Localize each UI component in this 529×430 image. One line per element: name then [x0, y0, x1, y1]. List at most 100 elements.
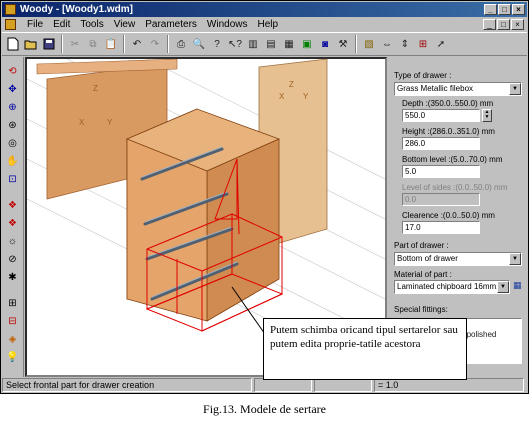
menu-tools[interactable]: Tools	[75, 19, 108, 30]
print-icon[interactable]: ⎙	[173, 36, 189, 52]
layout-tool-icon[interactable]: ▧	[361, 36, 377, 52]
toolbar-separator	[123, 35, 125, 53]
new-icon[interactable]	[5, 36, 21, 52]
menu-help[interactable]: Help	[252, 19, 283, 30]
section-tool-icon[interactable]: ⊘	[5, 251, 21, 267]
type-of-drawer-value: Grass Metallic filebox	[397, 84, 474, 93]
minimize-button[interactable]: _	[484, 4, 497, 15]
height-field[interactable]: 286.0	[402, 137, 480, 150]
toolbar-separator	[355, 35, 357, 53]
red-tool-1-icon[interactable]: ❖	[5, 197, 21, 213]
join-tool-icon[interactable]: ⊞	[415, 36, 431, 52]
redo-icon[interactable]: ↷	[147, 36, 163, 52]
bottom-level-field[interactable]: 5.0	[402, 165, 480, 178]
hand-view-icon[interactable]: ✋	[5, 153, 21, 169]
doc-close-button[interactable]: ×	[511, 19, 524, 30]
axis-label: Y	[303, 92, 309, 101]
fitting-tool-icon[interactable]: ◙	[317, 36, 333, 52]
chevron-down-icon[interactable]: ▼	[509, 83, 521, 95]
axis-label: Y	[107, 118, 113, 127]
context-help-icon[interactable]: ↖?	[227, 36, 243, 52]
material-view-icon[interactable]: ✱	[5, 269, 21, 285]
depth-label: Depth :(350.0..550.0) mm	[402, 99, 494, 108]
title-bar-controls: _ □ ×	[484, 4, 525, 15]
status-message: Select frontal part for drawer creation	[2, 378, 252, 392]
print-preview-icon[interactable]: 🔍	[191, 36, 207, 52]
material-browse-icon[interactable]: ▦	[513, 280, 525, 294]
document-controls: _ □ ×	[483, 19, 524, 30]
main-toolbar: ✂ ⧉ 📋 ↶ ↷ ⎙ 🔍 ? ↖? ▥ ▤ ▦ ▣ ◙ ⚒ ▧ ⇔ ⇕ ⊞ ➚	[2, 32, 527, 56]
rotate-view-icon[interactable]: ⟲	[5, 63, 21, 79]
light-tool-icon[interactable]: ☼	[5, 233, 21, 249]
window-title: Woody - [Woody1.wdm]	[20, 4, 133, 15]
document-icon[interactable]	[5, 19, 16, 30]
door-tool-icon[interactable]: ▤	[263, 36, 279, 52]
material-label: Material of part :	[394, 270, 452, 279]
menu-file[interactable]: File	[22, 19, 48, 30]
axis-label: X	[279, 92, 285, 101]
menu-parameters[interactable]: Parameters	[140, 19, 202, 30]
special-fittings-label: Special fittings:	[394, 305, 448, 314]
cabinet-tool-icon[interactable]: ▥	[245, 36, 261, 52]
woody-app-icon	[5, 4, 16, 15]
help-icon[interactable]: ?	[209, 36, 225, 52]
clearence-label: Clearence :(0.0..50.0) mm	[402, 211, 495, 220]
status-coord-2	[314, 378, 372, 392]
toolbar-separator	[61, 35, 63, 53]
axis-label: Z	[289, 80, 294, 89]
title-bar: Woody - [Woody1.wdm] _ □ ×	[2, 2, 527, 17]
chevron-down-icon[interactable]: ▼	[509, 253, 521, 265]
copy-icon[interactable]: ⧉	[85, 36, 101, 52]
part-of-drawer-select[interactable]: Bottom of drawer ▼	[394, 252, 522, 266]
figure-caption: Fig.13. Modele de sertare	[203, 402, 326, 416]
drawer-tool-icon[interactable]: ▦	[281, 36, 297, 52]
toolbar-separator	[167, 35, 169, 53]
doc-minimize-button[interactable]: _	[483, 19, 496, 30]
pointer-tool-icon[interactable]: ➚	[433, 36, 449, 52]
material-tool-icon[interactable]: ▣	[299, 36, 315, 52]
menu-bar: File Edit Tools View Parameters Windows …	[2, 17, 527, 32]
save-icon[interactable]	[41, 36, 57, 52]
annotation-callout: Putem schimba oricand tipul sertarelor s…	[263, 318, 467, 380]
clearence-field[interactable]: 17.0	[402, 221, 480, 234]
depth-field[interactable]: 550.0	[402, 109, 480, 122]
axis-label: X	[79, 118, 85, 127]
render-icon[interactable]: ◈	[5, 331, 21, 347]
axis-label: Z	[93, 84, 98, 93]
hardware-tool-icon[interactable]: ⚒	[335, 36, 351, 52]
status-coord-1	[254, 378, 312, 392]
material-value: Laminated chipboard 16mm.	[397, 282, 499, 291]
move-tool-icon[interactable]: ⇔	[379, 36, 395, 52]
type-of-drawer-select[interactable]: Grass Metallic filebox ▼	[394, 82, 522, 96]
zoom-view-icon[interactable]: ⊕	[5, 99, 21, 115]
close-button[interactable]: ×	[512, 4, 525, 15]
part-of-drawer-label: Part of drawer :	[394, 241, 449, 250]
align-tool-icon[interactable]: ⇕	[397, 36, 413, 52]
red-tool-2-icon[interactable]: ❖	[5, 215, 21, 231]
undo-icon[interactable]: ↶	[129, 36, 145, 52]
paste-icon[interactable]: 📋	[103, 36, 119, 52]
level-of-sides-label: Level of sides :(0.0..50.0) mm	[402, 183, 508, 192]
menu-windows[interactable]: Windows	[202, 19, 253, 30]
open-icon[interactable]	[23, 36, 39, 52]
depth-spinner[interactable]: ▲ ▼	[482, 109, 492, 122]
doc-maximize-button[interactable]: □	[497, 19, 510, 30]
menu-edit[interactable]: Edit	[48, 19, 75, 30]
pan-view-icon[interactable]: ✥	[5, 81, 21, 97]
bottom-level-label: Bottom level :(5.0..70.0) mm	[402, 155, 503, 164]
orbit-view-icon[interactable]: ⊛	[5, 117, 21, 133]
explode-icon[interactable]: ⊟	[5, 313, 21, 329]
chevron-down-icon[interactable]: ▼	[497, 281, 509, 293]
status-zoom: = 1.0	[374, 378, 524, 392]
left-toolbar: ⟲ ✥ ⊕ ⊛ ◎ ✋ ⊡ ❖ ❖ ☼ ⊘ ✱ ⊞ ⊟ ◈ 💡	[2, 57, 24, 377]
assembly-icon[interactable]: ⊞	[5, 295, 21, 311]
select-view-icon[interactable]: ◎	[5, 135, 21, 151]
material-select[interactable]: Laminated chipboard 16mm. ▼	[394, 280, 510, 294]
fit-view-icon[interactable]: ⊡	[5, 171, 21, 187]
maximize-button[interactable]: □	[498, 4, 511, 15]
light-bulb-icon[interactable]: 💡	[5, 349, 21, 365]
cut-icon[interactable]: ✂	[67, 36, 83, 52]
height-label: Height :(286.0..351.0) mm	[402, 127, 495, 136]
part-of-drawer-value: Bottom of drawer	[397, 254, 458, 263]
menu-view[interactable]: View	[109, 19, 141, 30]
